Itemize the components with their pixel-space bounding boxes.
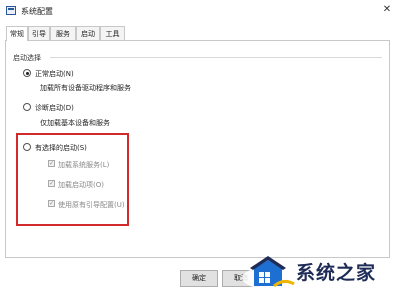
title-bar [0,0,400,22]
tab-services[interactable]: 服务 [50,26,76,40]
system-config-icon [6,6,16,15]
diagnostic-startup-label[interactable]: 诊断启动(D) [35,103,74,113]
normal-startup-radio[interactable] [23,69,31,77]
normal-startup-description: 加载所有设备驱动程序和服务 [40,84,131,92]
normal-startup-label[interactable]: 正常启动(N) [35,69,74,79]
tab-startup[interactable]: 启动 [76,26,100,40]
close-button[interactable]: ✕ [378,2,396,18]
window-title: 系统配置 [21,7,53,16]
diagnostic-startup-description: 仅加载基本设备和服务 [40,119,110,127]
tab-boot[interactable]: 引导 [28,26,50,40]
ok-button[interactable]: 确定 [180,270,218,287]
selective-startup-highlight-box [16,133,129,226]
group-divider [50,57,382,58]
tab-general[interactable]: 常规 [6,26,28,41]
diagnostic-startup-radio[interactable] [23,103,31,111]
tab-tools[interactable]: 工具 [100,26,125,40]
startup-selection-group-label: 启动选择 [13,54,41,62]
watermark-text: 系统之家 [296,262,377,284]
